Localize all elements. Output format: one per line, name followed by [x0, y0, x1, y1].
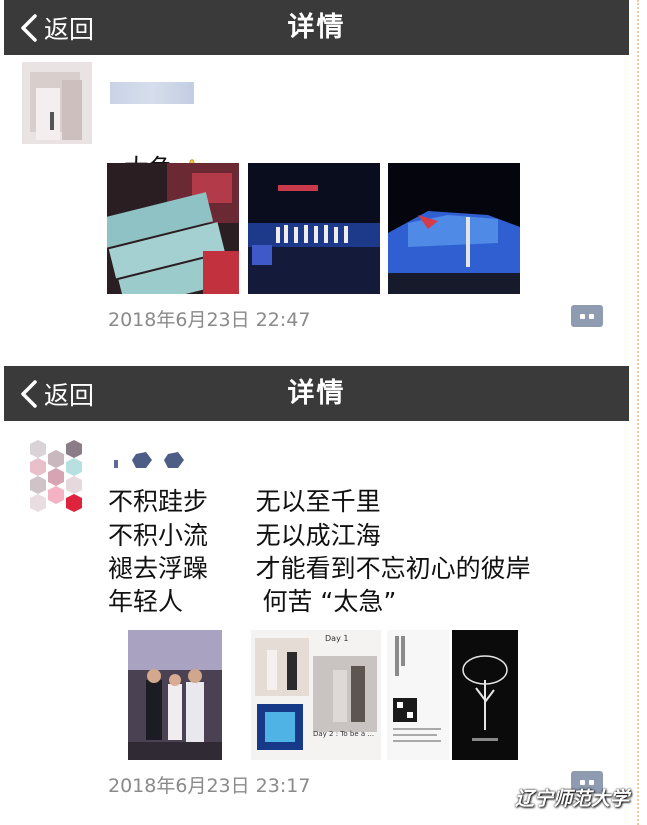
post-photo-document[interactable] [387, 630, 449, 760]
page-title: 详情 [287, 12, 346, 43]
username-blurred[interactable] [112, 450, 192, 472]
post-line: 不积跬步 无以至千里 [108, 487, 381, 516]
post-photo-tree[interactable] [452, 630, 518, 760]
post-photo-building[interactable] [388, 163, 520, 294]
post-timestamp: 2018年6月23日 23:17 [108, 775, 311, 797]
top-nav-bar-2: 返回 详情 [4, 366, 629, 421]
comment-icon[interactable] [571, 305, 603, 327]
watermark-text: 辽宁师范大学 [514, 788, 629, 810]
top-nav-bar-1: 返回 详情 [4, 0, 629, 55]
post-timestamp: 2018年6月23日 22:47 [108, 309, 311, 331]
collage-caption: Day 1 [325, 634, 349, 643]
post-photo-group[interactable] [128, 630, 222, 760]
post-line: 不积小流 无以成江海 [108, 521, 381, 550]
post-line: 褪去浮躁 才能看到不忘初心的彼岸 [108, 554, 531, 583]
post-photo-stage[interactable] [248, 163, 380, 294]
page-edge-divider [637, 0, 639, 825]
avatar[interactable] [22, 62, 92, 144]
page-title: 详情 [287, 378, 346, 409]
post-photo-tickets[interactable] [107, 163, 239, 294]
post-line: 年轻人 何苦 “太急” [108, 587, 397, 616]
username-blurred[interactable] [110, 82, 194, 104]
collage-caption: Day 2 : To be a ... [313, 730, 375, 738]
post-photo-collage[interactable]: Day 1 Day 2 : To be a ... [251, 630, 381, 760]
avatar[interactable] [20, 440, 92, 518]
